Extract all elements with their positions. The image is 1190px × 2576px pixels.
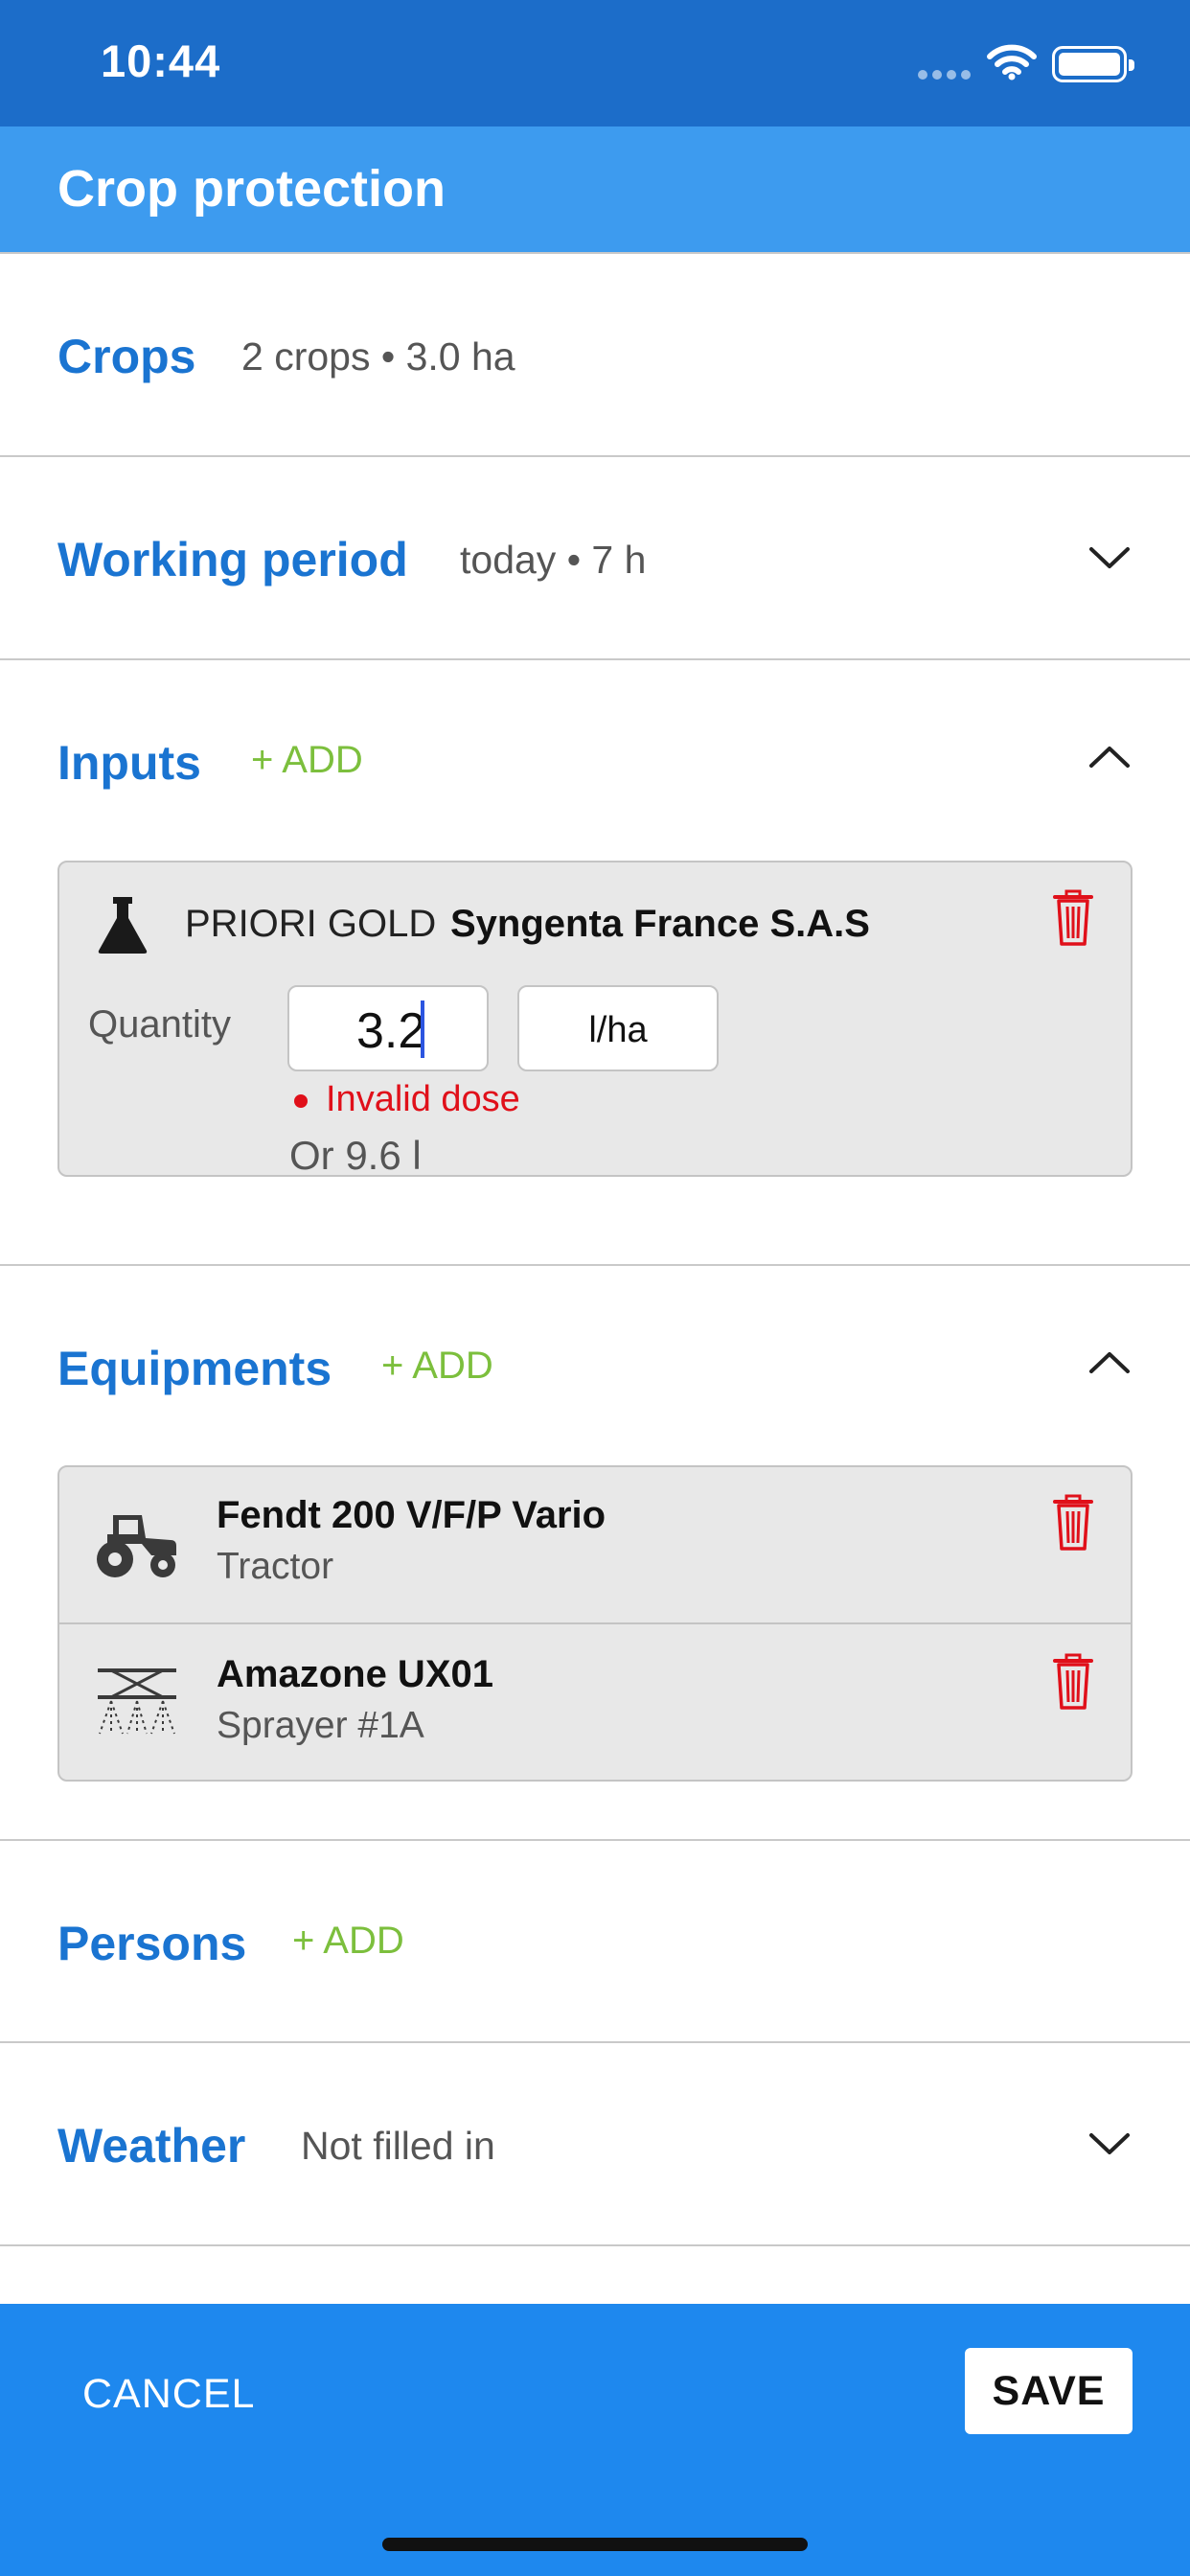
list-item[interactable]: Fendt 200 V/F/P Vario Tractor <box>59 1467 1131 1624</box>
crops-title: Crops <box>57 330 196 383</box>
persons-title: Persons <box>57 1917 247 1970</box>
save-button[interactable]: SAVE <box>965 2348 1133 2434</box>
equipments-title: Equipments <box>57 1342 332 1395</box>
chevron-up-icon[interactable] <box>1087 1348 1132 1377</box>
flask-icon <box>98 897 148 954</box>
working-period-section[interactable]: Working period today • 7 h <box>0 457 1190 660</box>
equipment-type: Sprayer #1A <box>217 1705 424 1746</box>
trash-icon[interactable] <box>1053 889 1093 947</box>
chevron-up-icon[interactable] <box>1087 743 1132 771</box>
equipment-card: Fendt 200 V/F/P Vario Tractor Amazone UX… <box>57 1465 1133 1782</box>
working-period-summary: today • 7 h <box>460 538 647 582</box>
input-product-name: PRIORI GOLD <box>185 903 437 945</box>
error-message: Invalid dose <box>326 1079 520 1119</box>
battery-icon <box>1052 46 1134 82</box>
tractor-icon <box>97 1515 176 1577</box>
equipments-section: Equipments + ADD Fendt 200 V/F/P Vario T… <box>0 1266 1190 1841</box>
unit-value: l/ha <box>588 1010 648 1050</box>
status-time: 10:44 <box>101 35 221 86</box>
app-bar: Crop protection <box>0 126 1190 254</box>
working-period-title: Working period <box>57 533 408 586</box>
page-title: Crop protection <box>57 160 446 218</box>
input-card: PRIORI GOLD Syngenta France S.A.S Quanti… <box>57 861 1133 1178</box>
crops-summary: 2 crops • 3.0 ha <box>241 334 515 379</box>
crops-section[interactable]: Crops 2 crops • 3.0 ha <box>0 254 1190 457</box>
persons-add-button[interactable]: + ADD <box>292 1920 404 1963</box>
quantity-label: Quantity <box>88 1003 231 1046</box>
status-bar: 10:44 <box>0 0 1190 126</box>
quantity-value: 3.2 <box>356 1003 426 1059</box>
quantity-input[interactable]: 3.2 <box>287 985 489 1071</box>
trash-icon[interactable] <box>1053 1653 1093 1711</box>
weather-section[interactable]: Weather Not filled in <box>0 2043 1190 2246</box>
inputs-add-button[interactable]: + ADD <box>251 739 363 782</box>
signal-icon <box>918 67 975 84</box>
persons-section: Persons + ADD <box>0 1841 1190 2043</box>
weather-title: Weather <box>57 2119 246 2173</box>
unit-select[interactable]: l/ha <box>517 985 719 1071</box>
input-company-name: Syngenta France S.A.S <box>450 903 870 945</box>
error-dot <box>294 1094 308 1108</box>
text-cursor <box>421 1000 424 1058</box>
equipments-add-button[interactable]: + ADD <box>381 1345 493 1388</box>
wifi-icon <box>987 44 1037 80</box>
bottom-action-bar: CANCEL SAVE <box>0 2304 1190 2576</box>
cancel-button[interactable]: CANCEL <box>82 2371 255 2418</box>
inputs-section: Inputs + ADD PRIORI GOLD Syngenta France… <box>0 660 1190 1266</box>
chevron-down-icon[interactable] <box>1087 543 1132 572</box>
list-item[interactable]: Amazone UX01 Sprayer #1A <box>59 1624 1131 1780</box>
trash-icon[interactable] <box>1053 1494 1093 1552</box>
total-quantity: Or 9.6 l <box>289 1133 422 1178</box>
equipment-name: Fendt 200 V/F/P Vario <box>217 1494 606 1536</box>
equipment-name: Amazone UX01 <box>217 1653 493 1695</box>
home-indicator[interactable] <box>382 2538 808 2551</box>
sprayer-icon <box>98 1668 176 1735</box>
inputs-title: Inputs <box>57 736 201 790</box>
chevron-down-icon[interactable] <box>1087 2129 1132 2158</box>
equipment-type: Tractor <box>217 1546 334 1587</box>
weather-summary: Not filled in <box>301 2124 495 2168</box>
